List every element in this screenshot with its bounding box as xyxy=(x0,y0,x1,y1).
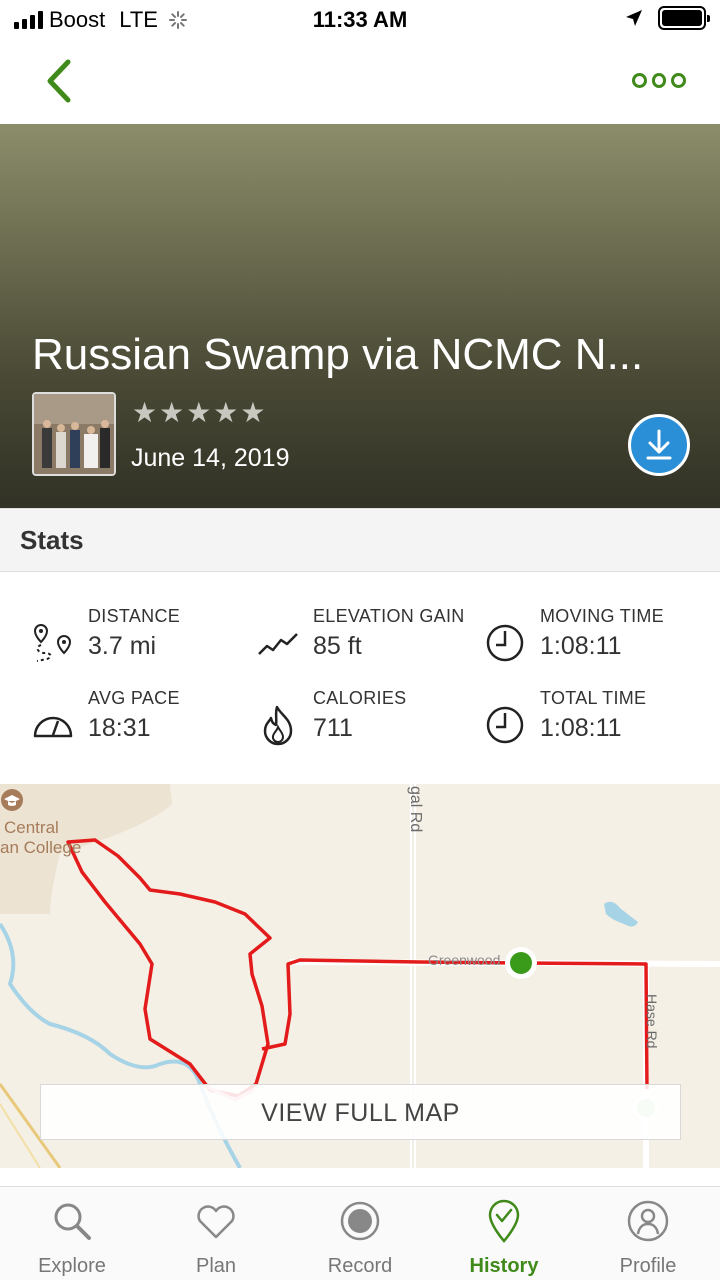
location-check-icon xyxy=(488,1199,520,1243)
tab-profile[interactable]: Profile xyxy=(576,1187,720,1281)
activity-hero: Russian Swamp via NCMC N... ★★★★★ June 1… xyxy=(0,124,720,508)
stat-label: AVG PACE xyxy=(88,688,180,708)
profile-icon xyxy=(627,1200,669,1242)
search-icon xyxy=(54,1203,91,1240)
map-label-college-1: Central xyxy=(4,818,59,837)
status-bar: Boost LTE 11:33 AM xyxy=(0,0,720,40)
stat-label: DISTANCE xyxy=(88,606,181,626)
route-path xyxy=(261,958,649,1090)
rating-stars[interactable]: ★★★★★ xyxy=(132,396,268,429)
stat-value: 711 xyxy=(313,714,353,742)
view-full-map-label: VIEW FULL MAP xyxy=(261,1099,460,1127)
tab-label: History xyxy=(469,1255,539,1277)
stat-label: ELEVATION GAIN xyxy=(313,606,465,626)
flame-icon xyxy=(263,705,293,746)
map-label-hase-rd: Hase Rd xyxy=(644,994,660,1049)
elevation-icon xyxy=(258,633,298,655)
tab-label: Record xyxy=(327,1255,393,1277)
map-label-greenwood: Greenwood xyxy=(428,952,501,968)
more-options-button[interactable] xyxy=(632,68,687,92)
stat-value: 18:31 xyxy=(88,714,151,742)
location-arrow-icon xyxy=(626,10,642,26)
map-label-college-2: an College xyxy=(0,838,82,857)
view-full-map-button[interactable]: VIEW FULL MAP xyxy=(40,1084,681,1140)
navigation-bar xyxy=(0,40,720,124)
more-dot-icon xyxy=(651,72,667,88)
map-label-road-vertical: gal Rd xyxy=(407,786,424,833)
tab-history[interactable]: History xyxy=(432,1187,576,1281)
activity-date: June 14, 2019 xyxy=(131,444,290,472)
activity-photo-thumbnail[interactable] xyxy=(32,392,116,476)
back-button[interactable] xyxy=(40,56,80,106)
chevron-left-icon xyxy=(47,59,71,103)
start-marker xyxy=(510,952,532,974)
stats-header-label: Stats xyxy=(20,525,84,555)
route-pins-icon xyxy=(33,623,72,662)
download-icon xyxy=(646,429,672,460)
stat-value: 1:08:11 xyxy=(540,714,622,742)
more-dot-icon xyxy=(632,72,647,88)
tab-label: Explore xyxy=(38,1255,106,1277)
tab-explore[interactable]: Explore xyxy=(0,1187,144,1281)
clock-time: 11:33 AM xyxy=(312,7,408,32)
tab-label: Profile xyxy=(619,1255,677,1277)
more-dot-icon xyxy=(671,72,687,88)
route-map[interactable]: Central an College gal Rd Greenwood Hase… xyxy=(0,784,720,1168)
stat-label: MOVING TIME xyxy=(540,606,664,626)
stat-value: 1:08:11 xyxy=(540,632,622,660)
record-icon xyxy=(340,1201,380,1241)
download-button[interactable] xyxy=(628,414,690,476)
heart-icon xyxy=(197,1205,235,1239)
tab-plan[interactable]: Plan xyxy=(144,1187,288,1281)
battery-icon xyxy=(658,6,710,30)
pond xyxy=(604,901,638,927)
stat-value: 85 ft xyxy=(313,632,362,660)
bottom-tab-bar: Explore Plan Record History Profile xyxy=(0,1186,720,1280)
tab-record[interactable]: Record xyxy=(288,1187,432,1281)
tab-label: Plan xyxy=(195,1255,237,1277)
clock-icon xyxy=(486,624,524,662)
activity-title: Russian Swamp via NCMC N... xyxy=(32,330,644,379)
speedometer-icon xyxy=(33,716,73,738)
stats-section-header: Stats xyxy=(0,508,720,572)
stat-label: CALORIES xyxy=(313,688,407,708)
status-right xyxy=(624,6,710,30)
stat-value: 3.7 mi xyxy=(88,632,157,660)
stat-label: TOTAL TIME xyxy=(540,688,647,708)
photo-image xyxy=(34,394,114,474)
clock-icon xyxy=(486,706,524,744)
route-loop xyxy=(66,838,272,1098)
